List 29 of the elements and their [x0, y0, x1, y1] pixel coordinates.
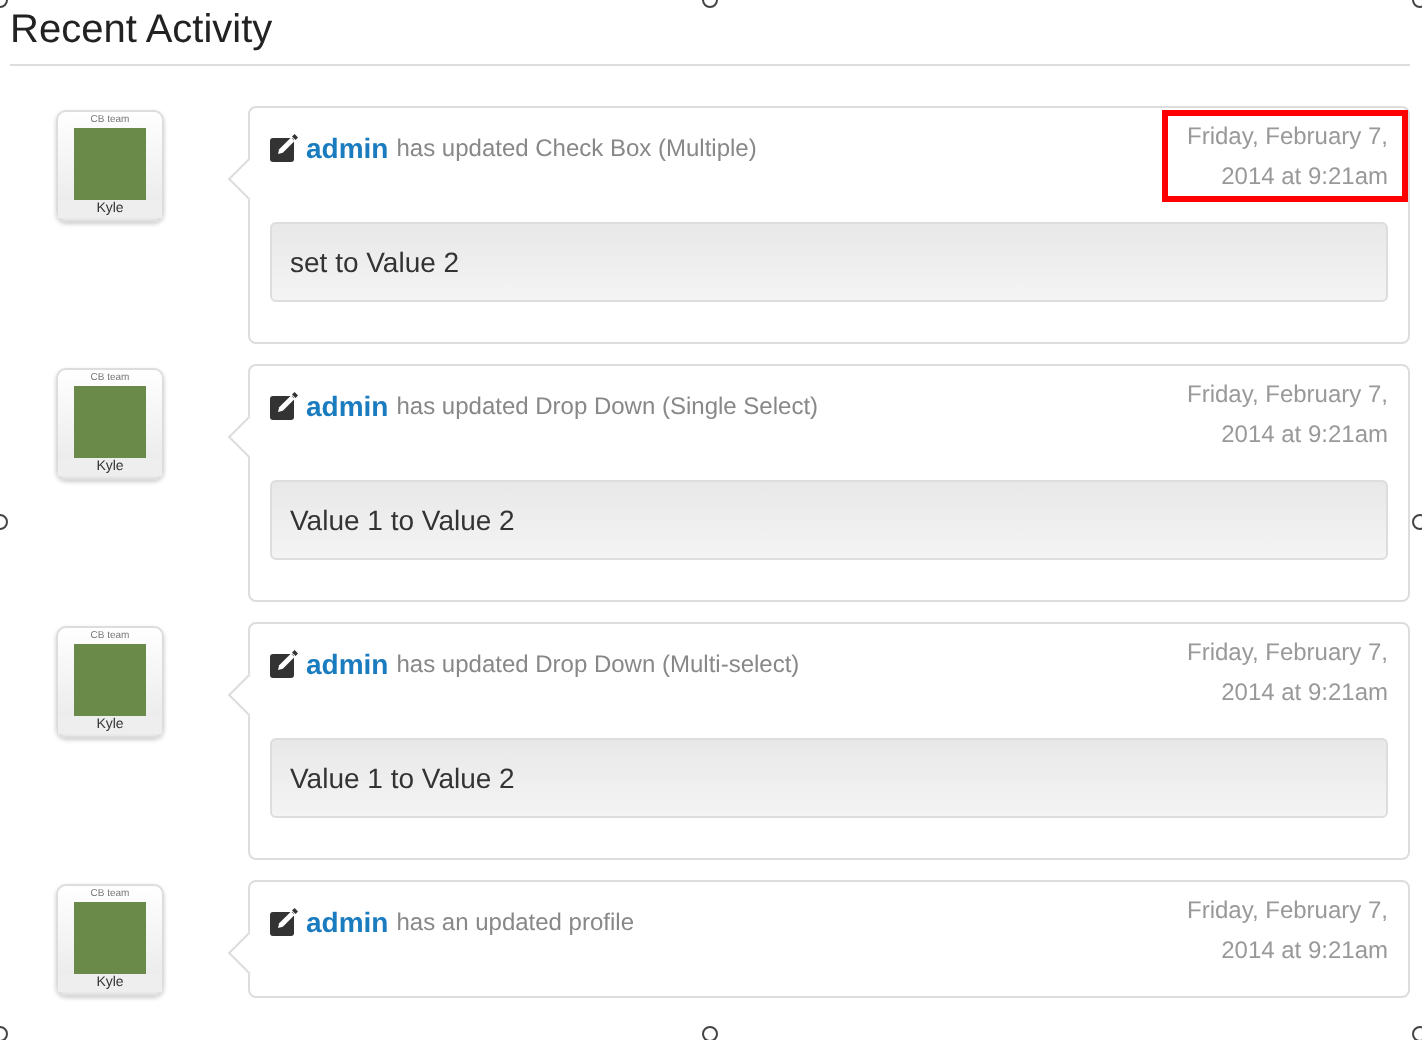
- date-text: Friday, February 7,: [1187, 378, 1388, 412]
- photo-placeholder: [74, 902, 146, 974]
- change-detail: Value 1 to Value 2: [270, 480, 1388, 560]
- date-text: Friday, February 7,: [1187, 120, 1388, 154]
- photo-placeholder: [74, 644, 146, 716]
- user-link[interactable]: admin: [306, 132, 389, 164]
- photo-placeholder: [74, 128, 146, 200]
- user-link[interactable]: admin: [306, 906, 389, 938]
- edit-icon: [270, 908, 298, 936]
- time-text: 2014 at 9:21am: [1221, 934, 1388, 968]
- edit-icon: [270, 134, 298, 162]
- photo-placeholder: [74, 386, 146, 458]
- user-link[interactable]: admin: [306, 648, 389, 680]
- activity-text: has updated Check Box (Multiple): [396, 134, 757, 162]
- edit-icon: [270, 650, 298, 678]
- edit-icon: [270, 392, 298, 420]
- time-text: 2014 at 9:21am: [1221, 676, 1388, 710]
- page-title: Recent Activity: [10, 6, 1410, 66]
- change-detail: Value 1 to Value 2: [270, 738, 1388, 818]
- activity-text: has updated Drop Down (Single Select): [396, 392, 819, 420]
- date-text: Friday, February 7,: [1187, 894, 1388, 928]
- date-text: Friday, February 7,: [1187, 636, 1388, 670]
- change-detail: set to Value 2: [270, 222, 1388, 302]
- time-text: 2014 at 9:21am: [1221, 160, 1388, 194]
- time-text: 2014 at 9:21am: [1221, 418, 1388, 452]
- activity-text: has an updated profile: [396, 908, 634, 936]
- resize-handle-icon[interactable]: [702, 1026, 718, 1040]
- activity-text: has updated Drop Down (Multi-select): [396, 650, 800, 678]
- user-link[interactable]: admin: [306, 390, 389, 422]
